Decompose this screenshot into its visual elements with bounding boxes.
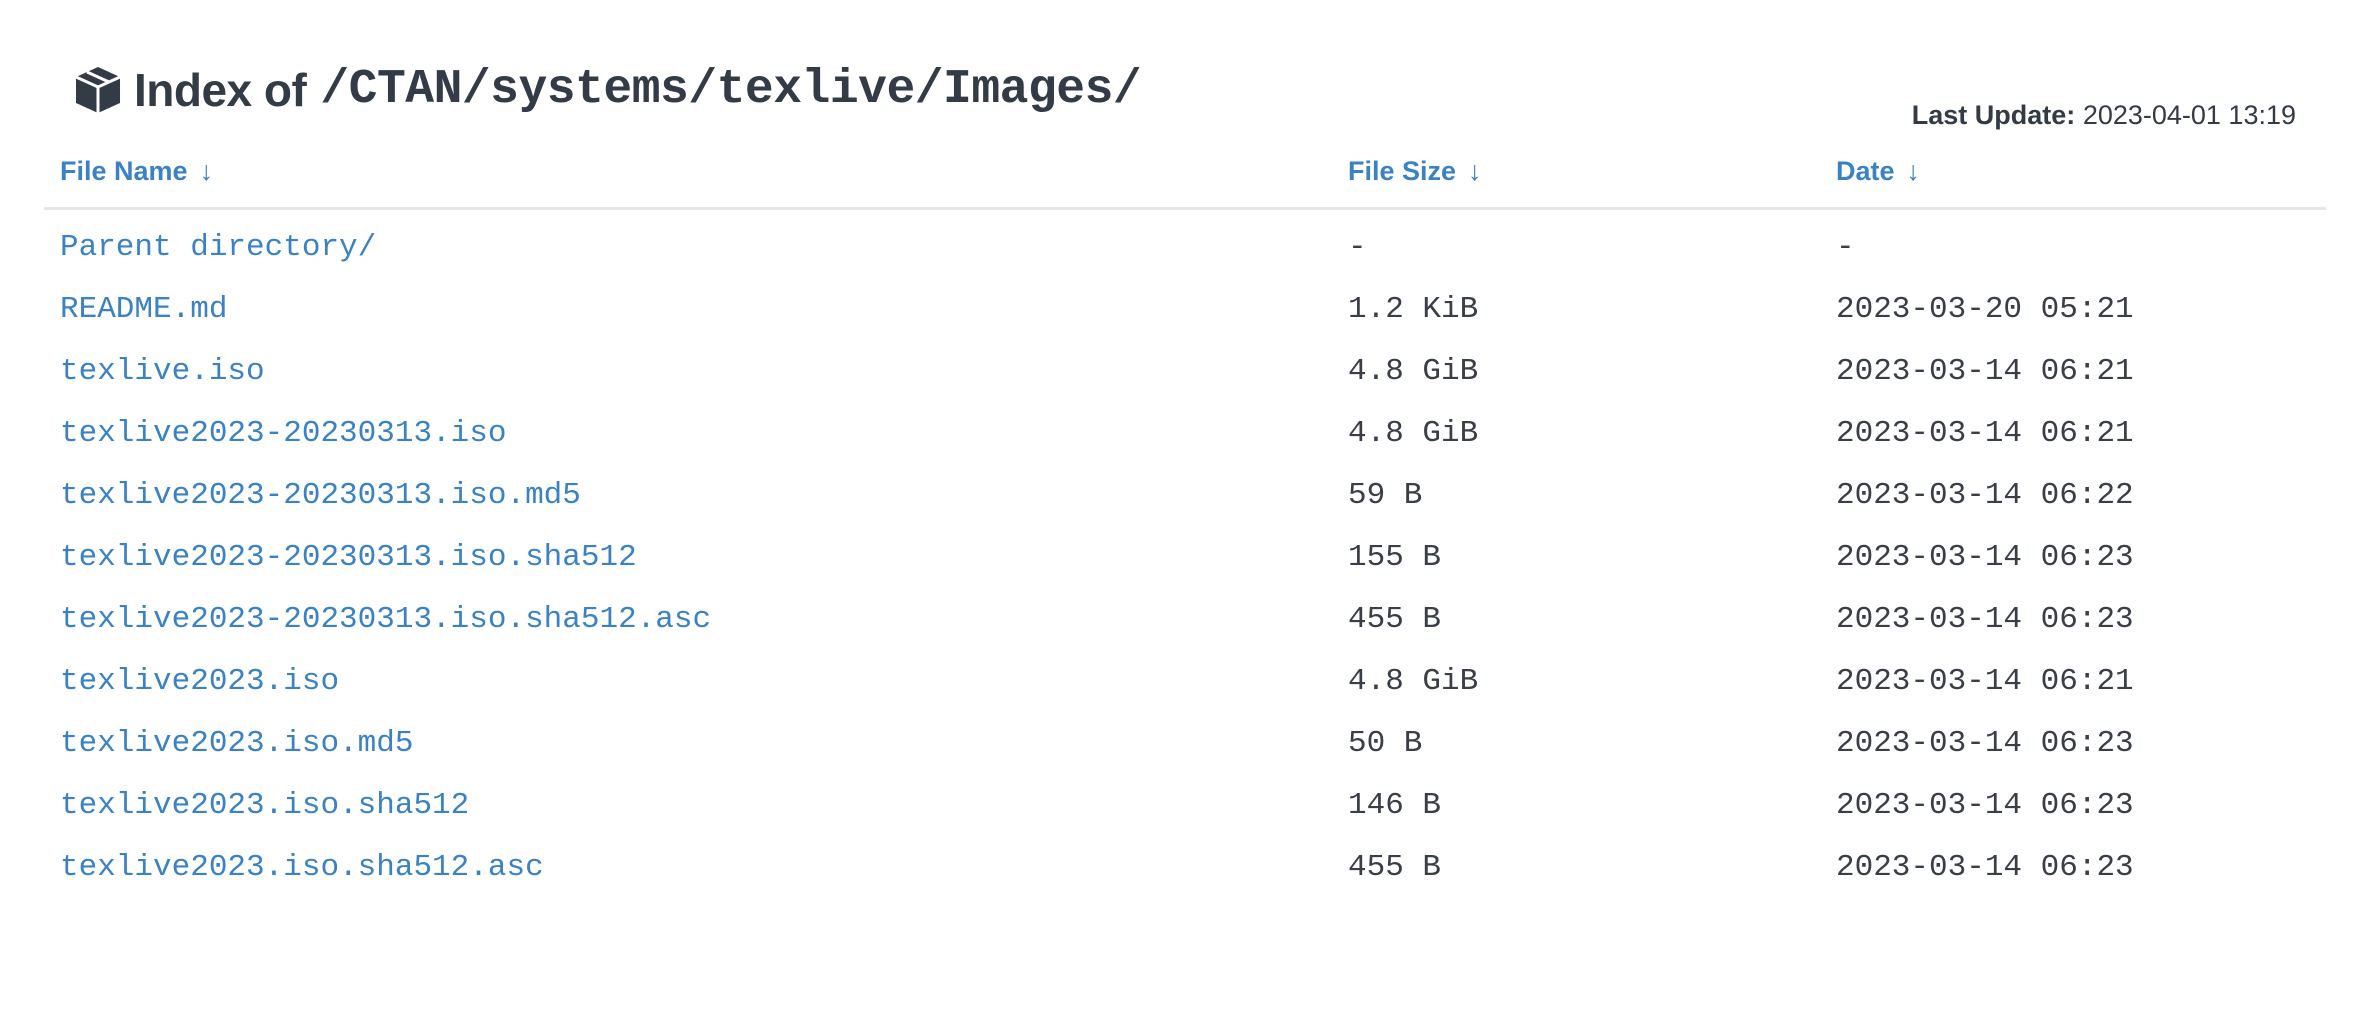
- file-link[interactable]: texlive2023.iso.md5: [60, 726, 413, 761]
- file-link[interactable]: README.md: [60, 292, 227, 327]
- file-name-cell: texlive2023-20230313.iso.md5: [44, 464, 1332, 526]
- table-row: texlive2023-20230313.iso.md5 59 B 2023-0…: [44, 464, 2326, 526]
- file-size-cell: -: [1348, 229, 1367, 265]
- table-row: texlive2023.iso.md5 50 B 2023-03-14 06:2…: [44, 712, 2326, 774]
- file-date-cell: 2023-03-14 06:23: [1836, 601, 2134, 637]
- table-row: texlive2023-20230313.iso.sha512 155 B 20…: [44, 526, 2326, 588]
- file-name-cell: Parent directory/: [44, 209, 1332, 279]
- file-size-cell: 455 B: [1348, 601, 1442, 637]
- file-date-cell: 2023-03-14 06:23: [1836, 539, 2134, 575]
- sort-arrow-icon: ↓: [1906, 156, 1921, 186]
- table-row: texlive2023-20230313.iso.sha512.asc 455 …: [44, 588, 2326, 650]
- header-row: File Name ↓ File Size ↓ Date ↓: [44, 142, 2326, 210]
- column-label: File Name: [60, 156, 188, 186]
- file-link[interactable]: texlive.iso: [60, 354, 265, 389]
- sort-by-size-header[interactable]: File Size ↓: [1332, 142, 1820, 210]
- file-listing-table: File Name ↓ File Size ↓ Date ↓ Parent direc…: [44, 142, 2326, 898]
- file-name-cell: texlive2023-20230313.iso: [44, 402, 1332, 464]
- file-date-cell: 2023-03-14 06:21: [1836, 415, 2134, 451]
- file-size-cell: 50 B: [1348, 725, 1423, 761]
- sort-arrow-icon: ↓: [199, 156, 214, 186]
- file-name-cell: texlive2023-20230313.iso.sha512: [44, 526, 1332, 588]
- table-row: texlive2023.iso 4.8 GiB 2023-03-14 06:21: [44, 650, 2326, 712]
- file-date-cell: 2023-03-20 05:21: [1836, 291, 2134, 327]
- parent-directory-link[interactable]: Parent directory/: [60, 230, 376, 265]
- file-size-cell: 1.2 KiB: [1348, 291, 1479, 327]
- file-link[interactable]: texlive2023.iso.sha512: [60, 788, 469, 823]
- file-link[interactable]: texlive2023-20230313.iso.sha512.asc: [60, 602, 711, 637]
- directory-path: /CTAN/systems/texlive/Images/: [320, 63, 1142, 117]
- file-date-cell: 2023-03-14 06:23: [1836, 725, 2134, 761]
- page-header: Index of /CTAN/systems/texlive/Images/ L…: [72, 58, 2298, 148]
- table-body: Parent directory/ - - README.md 1.2 KiB …: [44, 209, 2326, 899]
- sort-by-name-header[interactable]: File Name ↓: [44, 142, 1332, 210]
- title-prefix: Index of: [134, 64, 307, 116]
- file-name-cell: texlive2023-20230313.iso.sha512.asc: [44, 588, 1332, 650]
- file-date-cell: 2023-03-14 06:22: [1836, 477, 2134, 513]
- box-icon: [75, 67, 121, 113]
- file-name-cell: texlive2023.iso: [44, 650, 1332, 712]
- file-name-cell: texlive2023.iso.sha512.asc: [44, 836, 1332, 898]
- last-update: Last Update: 2023-04-01 13:19: [1912, 100, 2296, 131]
- file-link[interactable]: texlive2023.iso.sha512.asc: [60, 850, 544, 885]
- table-row: texlive2023-20230313.iso 4.8 GiB 2023-03…: [44, 402, 2326, 464]
- file-name-cell: README.md: [44, 278, 1332, 340]
- file-link[interactable]: texlive2023.iso: [60, 664, 339, 699]
- file-link[interactable]: texlive2023-20230313.iso.sha512: [60, 540, 637, 575]
- file-link[interactable]: texlive2023-20230313.iso.md5: [60, 478, 581, 513]
- file-size-cell: 146 B: [1348, 787, 1442, 823]
- file-date-cell: 2023-03-14 06:23: [1836, 787, 2134, 823]
- file-date-cell: 2023-03-14 06:21: [1836, 353, 2134, 389]
- file-date-cell: 2023-03-14 06:23: [1836, 849, 2134, 885]
- table-row: Parent directory/ - -: [44, 209, 2326, 279]
- page-title: Index of /CTAN/systems/texlive/Images/: [72, 58, 1142, 122]
- last-update-value: 2023-04-01 13:19: [2082, 100, 2296, 130]
- file-size-cell: 4.8 GiB: [1348, 415, 1479, 451]
- column-label: Date: [1836, 156, 1895, 186]
- file-name-cell: texlive2023.iso.sha512: [44, 774, 1332, 836]
- sort-arrow-icon: ↓: [1468, 156, 1482, 186]
- column-label: File Size: [1348, 156, 1457, 186]
- sort-by-date-header[interactable]: Date ↓: [1820, 142, 2326, 210]
- file-name-cell: texlive.iso: [44, 340, 1332, 402]
- file-size-cell: 455 B: [1348, 849, 1442, 885]
- file-size-cell: 4.8 GiB: [1348, 663, 1479, 699]
- last-update-label: Last Update:: [1911, 100, 2076, 130]
- table-row: README.md 1.2 KiB 2023-03-20 05:21: [44, 278, 2326, 340]
- file-date-cell: 2023-03-14 06:21: [1836, 663, 2134, 699]
- file-link[interactable]: texlive2023-20230313.iso: [60, 416, 506, 451]
- file-name-cell: texlive2023.iso.md5: [44, 712, 1332, 774]
- file-size-cell: 59 B: [1348, 477, 1423, 513]
- table-row: texlive.iso 4.8 GiB 2023-03-14 06:21: [44, 340, 2326, 402]
- table-row: texlive2023.iso.sha512 146 B 2023-03-14 …: [44, 774, 2326, 836]
- table-header: File Name ↓ File Size ↓ Date ↓: [44, 142, 2326, 210]
- file-date-cell: -: [1836, 229, 1855, 265]
- table-row: texlive2023.iso.sha512.asc 455 B 2023-03…: [44, 836, 2326, 898]
- file-size-cell: 4.8 GiB: [1348, 353, 1479, 389]
- file-size-cell: 155 B: [1348, 539, 1442, 575]
